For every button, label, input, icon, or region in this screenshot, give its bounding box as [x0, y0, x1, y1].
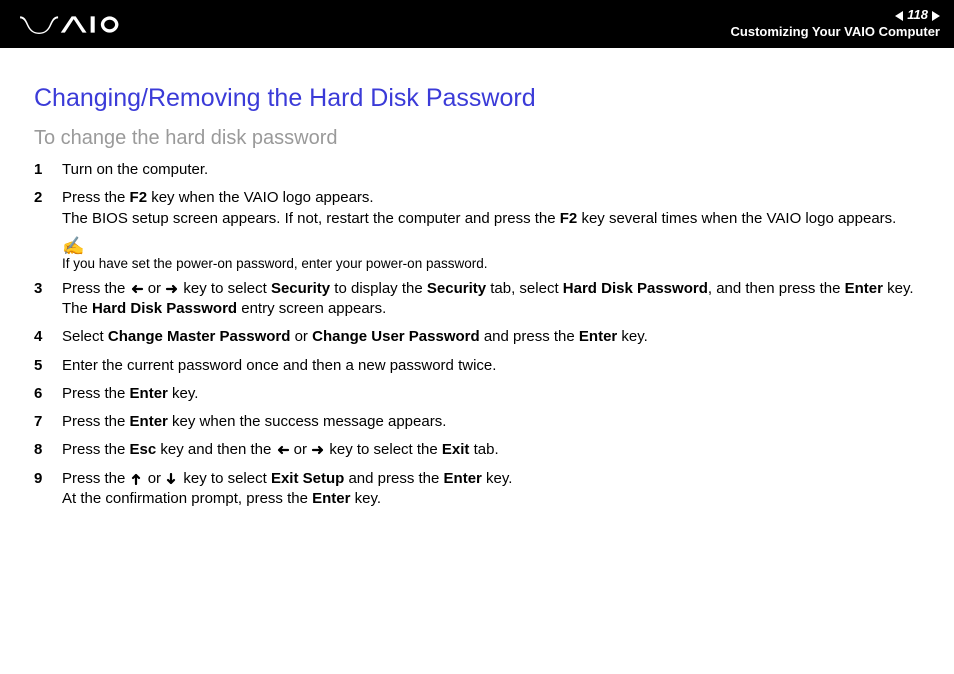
- page-number: 118: [907, 7, 928, 24]
- step-number: 8: [34, 440, 62, 460]
- header-bar: 118 Customizing Your VAIO Computer: [0, 0, 954, 48]
- note-icon: ✍: [62, 237, 920, 255]
- step-item: 5Enter the current password once and the…: [34, 356, 920, 376]
- page-content: Changing/Removing the Hard Disk Password…: [0, 48, 954, 509]
- step-text: Press the F2 key when the VAIO logo appe…: [62, 188, 920, 229]
- note-text: If you have set the power-on password, e…: [62, 256, 487, 271]
- step-text: Turn on the computer.: [62, 160, 920, 180]
- note-block: ✍If you have set the power-on password, …: [62, 237, 920, 271]
- next-page-icon[interactable]: [932, 11, 940, 21]
- step-text: Press the Enter key when the success mes…: [62, 412, 920, 432]
- step-text: Press the or key to select Security to d…: [62, 279, 920, 320]
- step-item: 4Select Change Master Password or Change…: [34, 327, 920, 347]
- step-item: 8Press the Esc key and then the or key t…: [34, 440, 920, 460]
- step-number: 4: [34, 327, 62, 347]
- steps-list: 1Turn on the computer.2Press the F2 key …: [34, 160, 920, 509]
- section-title: Customizing Your VAIO Computer: [731, 24, 940, 41]
- step-text: Select Change Master Password or Change …: [62, 327, 920, 347]
- step-number: 3: [34, 279, 62, 299]
- step-item: 3Press the or key to select Security to …: [34, 279, 920, 320]
- step-item: 1Turn on the computer.: [34, 160, 920, 180]
- page-title: Changing/Removing the Hard Disk Password: [34, 84, 920, 113]
- step-item: 6Press the Enter key.: [34, 384, 920, 404]
- step-number: 2: [34, 188, 62, 208]
- page-nav: 118: [731, 7, 940, 24]
- step-item: 9Press the or key to select Exit Setup a…: [34, 469, 920, 510]
- step-text: Press the Enter key.: [62, 384, 920, 404]
- header-right: 118 Customizing Your VAIO Computer: [731, 7, 940, 41]
- step-text: Press the Esc key and then the or key to…: [62, 440, 920, 460]
- step-number: 9: [34, 469, 62, 489]
- step-number: 7: [34, 412, 62, 432]
- step-text: Enter the current password once and then…: [62, 356, 920, 376]
- step-text: Press the or key to select Exit Setup an…: [62, 469, 920, 510]
- vaio-logo: [18, 0, 128, 48]
- prev-page-icon[interactable]: [895, 11, 903, 21]
- step-number: 6: [34, 384, 62, 404]
- step-item: 7Press the Enter key when the success me…: [34, 412, 920, 432]
- step-number: 1: [34, 160, 62, 180]
- step-item: 2Press the F2 key when the VAIO logo app…: [34, 188, 920, 229]
- step-number: 5: [34, 356, 62, 376]
- page-subtitle: To change the hard disk password: [34, 127, 920, 150]
